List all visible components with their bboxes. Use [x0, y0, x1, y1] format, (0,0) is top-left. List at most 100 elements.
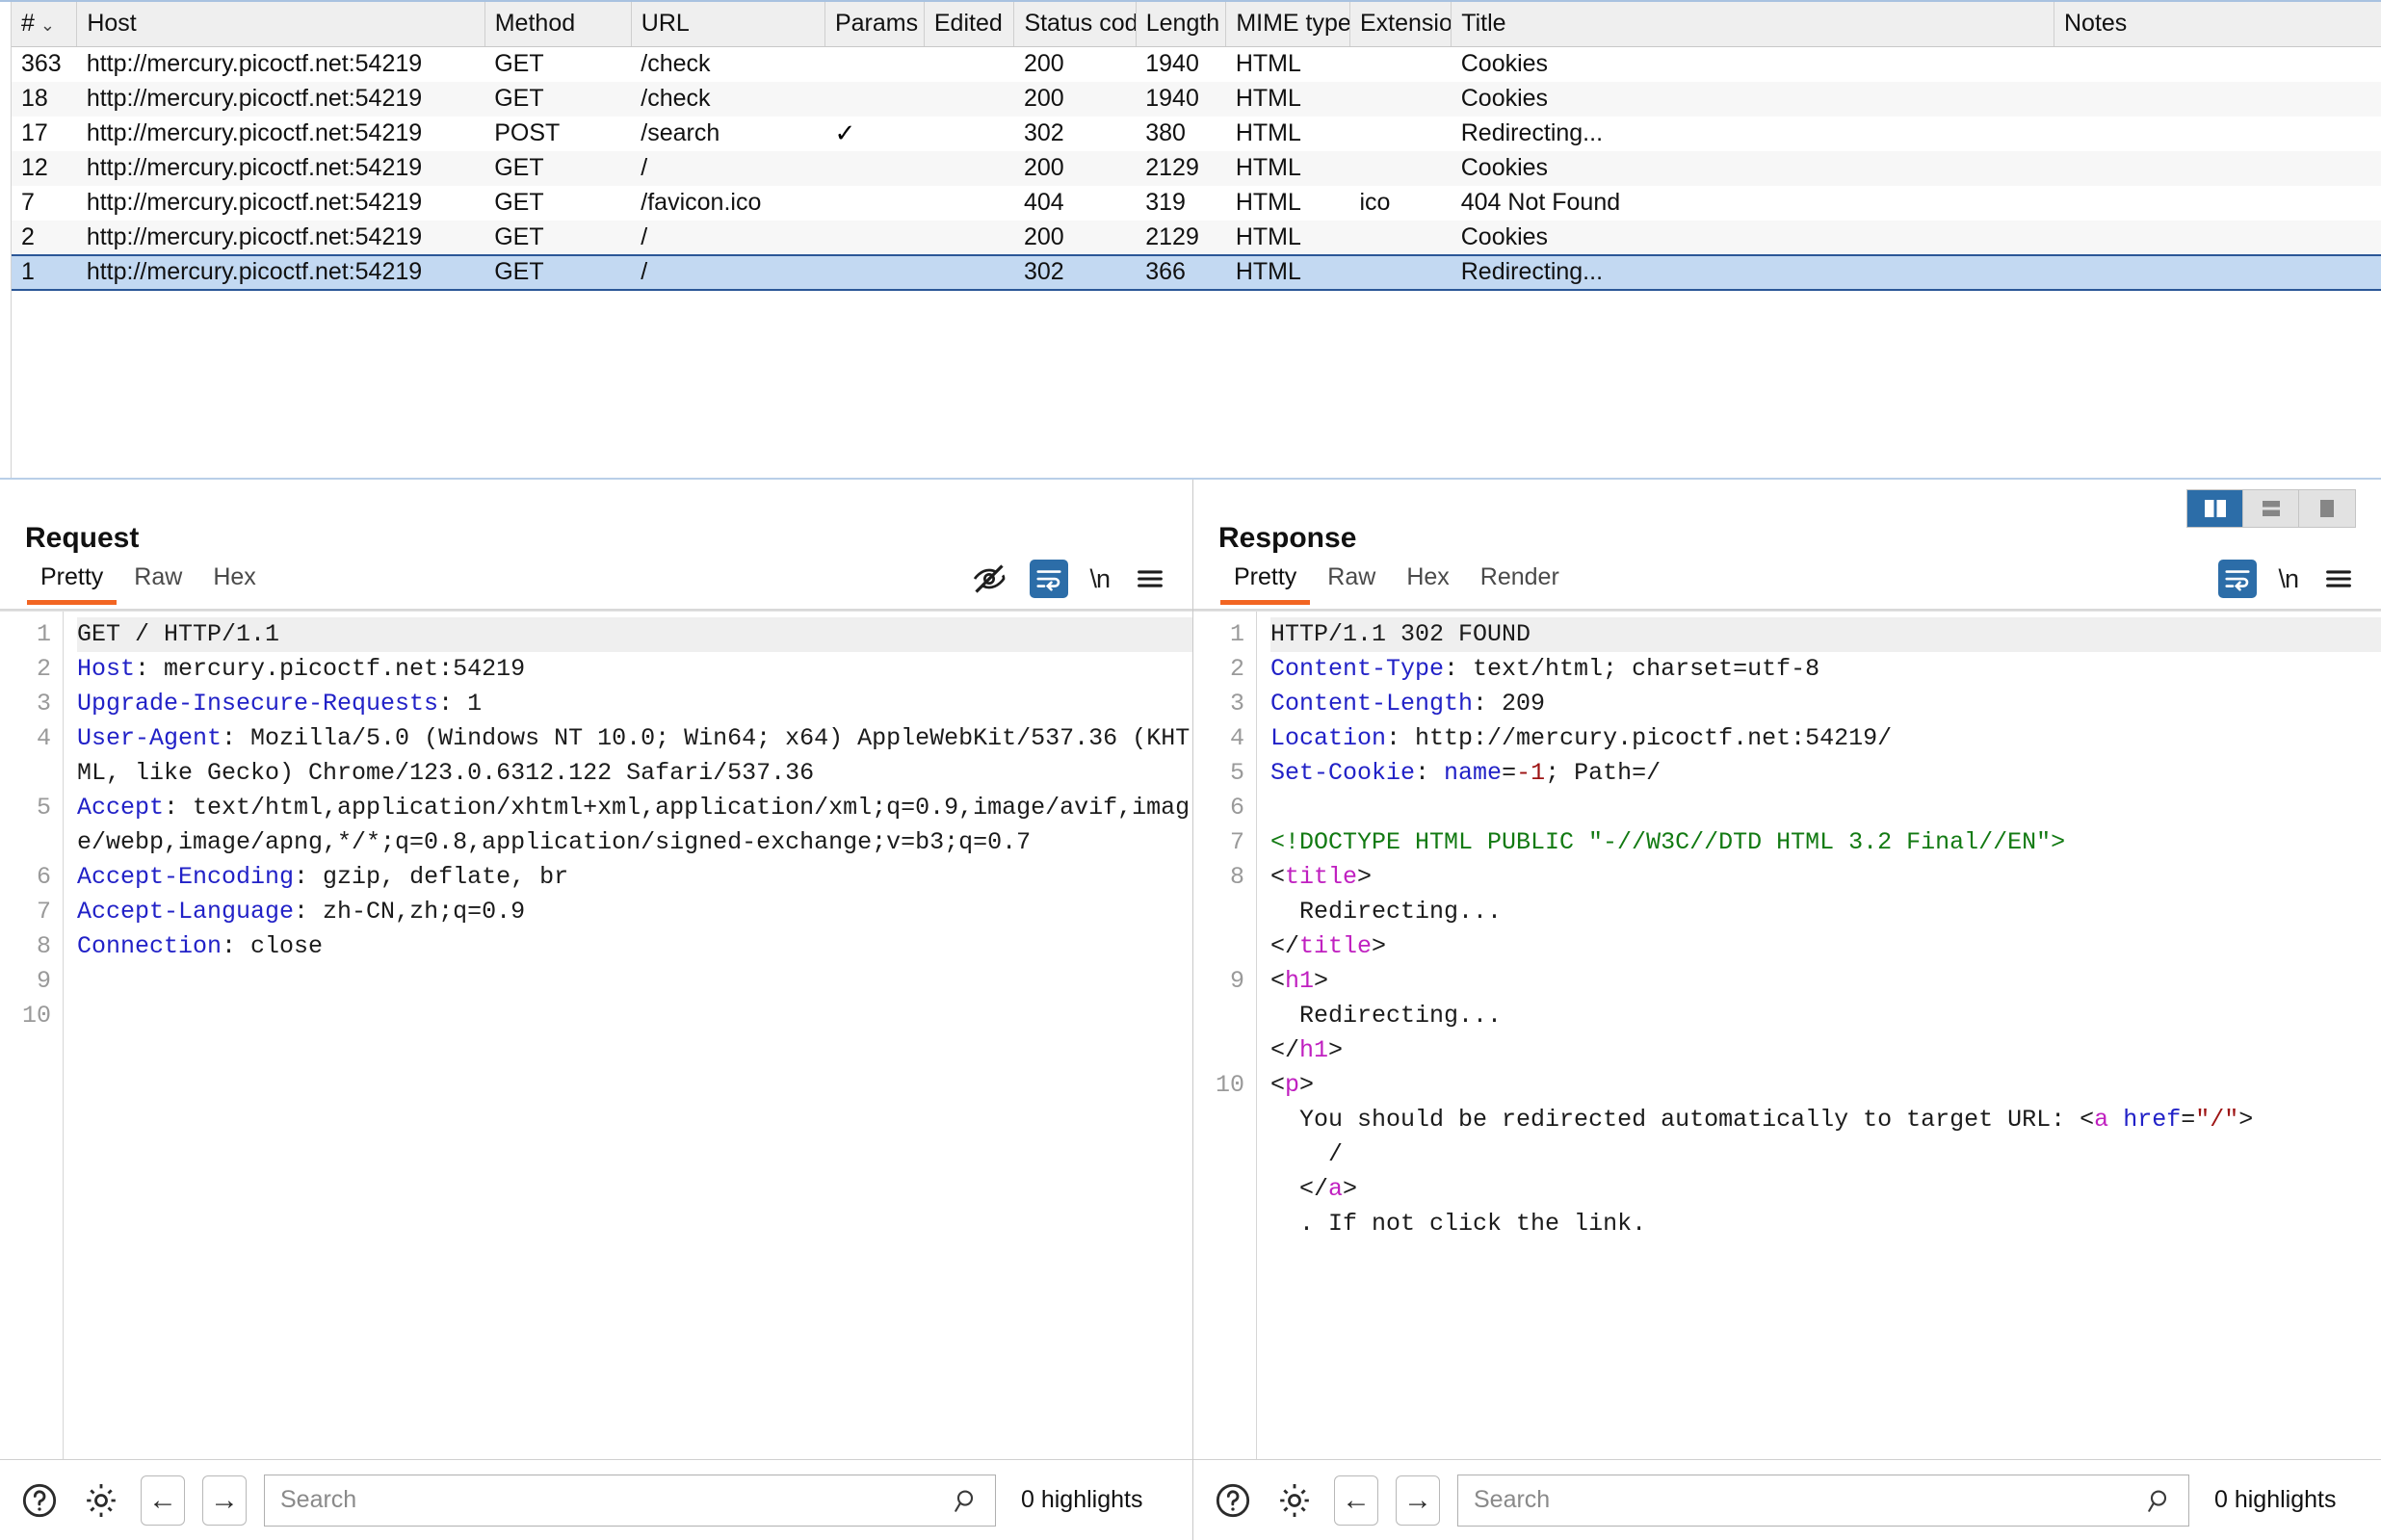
- cell-title: Redirecting...: [1451, 253, 2054, 291]
- column-header-status[interactable]: Status code: [1013, 2, 1137, 47]
- column-header-num[interactable]: # ⌄: [12, 2, 78, 47]
- cell-host: http://mercury.picoctf.net:54219: [76, 220, 485, 255]
- cell-ext: [1349, 81, 1452, 117]
- tab-request-hex[interactable]: Hex: [197, 564, 271, 603]
- search-forward-button[interactable]: →: [1396, 1475, 1440, 1526]
- request-search-input[interactable]: Search: [264, 1474, 996, 1527]
- table-row[interactable]: 12 http://mercury.picoctf.net:54219 GET/ 20…: [12, 150, 2381, 186]
- search-back-button[interactable]: ←: [141, 1475, 185, 1526]
- single-view-button[interactable]: [2299, 490, 2355, 527]
- cell-mime: HTML: [1225, 253, 1350, 291]
- search-forward-button[interactable]: →: [202, 1475, 247, 1526]
- search-icon[interactable]: [2146, 1486, 2175, 1515]
- line-number-continuation: [0, 756, 63, 791]
- cell-params: [824, 253, 925, 291]
- cell-title: Cookies: [1451, 220, 2054, 255]
- code-line: <p> You should be redirected automatical…: [1270, 1068, 2381, 1241]
- sort-caret-icon[interactable]: ⌄: [40, 15, 55, 35]
- table-row[interactable]: 1 http://mercury.picoctf.net:54219 GET/ 302…: [12, 253, 2381, 291]
- cell-notes: [2054, 253, 2381, 291]
- cell-num: 12: [12, 150, 77, 186]
- column-header-method[interactable]: Method: [484, 2, 632, 47]
- column-header-url[interactable]: URL: [631, 2, 825, 47]
- cell-status: 200: [1013, 150, 1137, 186]
- response-body-text[interactable]: HTTP/1.1 302 FOUND Content-Type: text/htm…: [1257, 612, 2381, 1459]
- tab-response-raw[interactable]: Raw: [1312, 564, 1391, 603]
- cell-status: 302: [1013, 116, 1137, 151]
- cell-params: [824, 150, 925, 186]
- word-wrap-icon[interactable]: [1030, 560, 1069, 598]
- response-code-area[interactable]: 1 2 3 4 5 6 7 8 9 10 HTTP/1.1 302 FOUND Content-…: [1193, 611, 2381, 1459]
- line-number-continuation: [1193, 1103, 1256, 1137]
- tab-response-pretty[interactable]: Pretty: [1218, 564, 1312, 605]
- code-line: Content-Type: text/html; charset=utf-8: [1270, 652, 2381, 687]
- column-header-notes[interactable]: Notes: [2054, 2, 2381, 47]
- cell-url: /search: [631, 116, 825, 151]
- code-line: Content-Length: 209: [1270, 687, 2381, 721]
- code-token: Host: [77, 655, 136, 683]
- cell-ext: [1349, 150, 1452, 186]
- code-line: <!DOCTYPE HTML PUBLIC "-//W3C//DTD HTML …: [1270, 825, 2381, 860]
- help-icon[interactable]: [17, 1478, 62, 1523]
- line-number: 3: [36, 690, 51, 718]
- table-row[interactable]: 17 http://mercury.picoctf.net:54219 POST/s…: [12, 116, 2381, 151]
- code-token: User-Agent: [77, 724, 222, 752]
- code-token: : text/html,application/xhtml+xml,applic…: [77, 794, 1190, 856]
- cell-length: 2129: [1136, 150, 1226, 186]
- menu-icon[interactable]: [2319, 560, 2358, 598]
- help-icon[interactable]: [1211, 1478, 1255, 1523]
- stacked-view-button[interactable]: [2243, 490, 2299, 527]
- column-header-mime[interactable]: MIME type: [1225, 2, 1350, 47]
- cell-mime: HTML: [1225, 185, 1350, 221]
- search-placeholder: Search: [280, 1486, 357, 1513]
- table-row[interactable]: 18 http://mercury.picoctf.net:54219 GET/ch…: [12, 81, 2381, 117]
- cell-host: http://mercury.picoctf.net:54219: [76, 150, 485, 186]
- view-mode-toggle-group: [2186, 489, 2356, 528]
- tab-request-raw[interactable]: Raw: [118, 564, 197, 603]
- hide-icon[interactable]: [970, 560, 1008, 598]
- column-header-edited[interactable]: Edited: [924, 2, 1015, 47]
- column-header-title[interactable]: Title: [1451, 2, 2054, 47]
- request-response-split: Request Pretty Raw Hex \n 1 2 3 4 5 6 7 …: [0, 480, 2381, 1540]
- code-token: <: [1270, 967, 1286, 995]
- tab-request-pretty[interactable]: Pretty: [25, 564, 118, 605]
- tab-response-hex[interactable]: Hex: [1391, 564, 1464, 603]
- table-row[interactable]: 363 http://mercury.picoctf.net:54219 GET/c…: [12, 46, 2381, 82]
- code-token: ; Path=/: [1545, 759, 1661, 787]
- response-line-numbers: 1 2 3 4 5 6 7 8 9 10: [1193, 612, 1257, 1459]
- tab-response-render[interactable]: Render: [1465, 564, 1575, 603]
- column-header-extension[interactable]: Extension: [1349, 2, 1452, 47]
- search-back-button[interactable]: ←: [1334, 1475, 1378, 1526]
- line-number-continuation: [0, 825, 63, 860]
- response-search-input[interactable]: Search: [1457, 1474, 2189, 1527]
- column-label-extension: Extension: [1359, 10, 1452, 37]
- code-token: >: [1343, 1175, 1358, 1203]
- code-token: Redirecting...: [1299, 898, 1503, 926]
- menu-icon[interactable]: [1131, 560, 1169, 598]
- cell-length: 1940: [1136, 46, 1226, 82]
- word-wrap-icon[interactable]: [2218, 560, 2258, 598]
- search-icon[interactable]: [953, 1486, 981, 1515]
- column-header-host[interactable]: Host: [76, 2, 485, 47]
- code-line: Set-Cookie: name=-1; Path=/: [1270, 756, 2381, 791]
- code-token: HTTP/1.1 302 FOUND: [1270, 620, 1531, 648]
- table-row[interactable]: 7 http://mercury.picoctf.net:54219 GET/fav…: [12, 185, 2381, 221]
- cell-ext: [1349, 220, 1452, 255]
- newline-icon[interactable]: \n: [2278, 564, 2299, 594]
- side-by-side-view-button[interactable]: [2187, 490, 2243, 527]
- column-header-length[interactable]: Length: [1136, 2, 1227, 47]
- code-line: GET / HTTP/1.1: [77, 617, 1192, 652]
- request-code-area[interactable]: 1 2 3 4 5 6 7 8 9 10 GET / HTTP/1.1 Host: mercur…: [0, 611, 1192, 1459]
- code-token: : Mozilla/5.0 (Windows NT 10.0; Win64; x…: [77, 724, 1190, 787]
- column-label-params: Params: [834, 10, 919, 37]
- code-token: >: [1314, 967, 1329, 995]
- column-header-params[interactable]: Params: [824, 2, 925, 47]
- gear-icon[interactable]: [1272, 1478, 1317, 1523]
- request-body-text[interactable]: GET / HTTP/1.1 Host: mercury.picoctf.net:…: [64, 612, 1192, 1459]
- newline-icon[interactable]: \n: [1089, 564, 1111, 594]
- gear-icon[interactable]: [79, 1478, 123, 1523]
- code-token: : close: [222, 932, 324, 960]
- code-token: Connection: [77, 932, 222, 960]
- code-token: Accept-Encoding: [77, 863, 295, 891]
- table-row[interactable]: 2 http://mercury.picoctf.net:54219 GET/ 200…: [12, 220, 2381, 255]
